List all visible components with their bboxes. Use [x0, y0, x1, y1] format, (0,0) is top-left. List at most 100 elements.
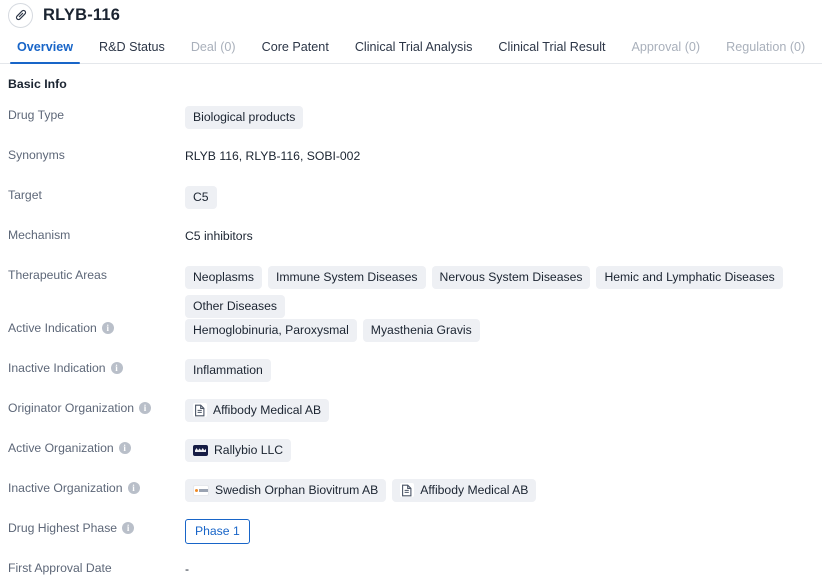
row-label: First Approval Date	[8, 558, 185, 575]
row-label: Active Indication i	[8, 318, 185, 335]
row-label: Inactive Organization i	[8, 478, 185, 495]
chip-label: Inflammation	[193, 363, 263, 377]
info-row-inactive-indication: Inactive Indication i Inflammation	[8, 358, 822, 398]
info-row-drug-highest-phase: Drug Highest Phase i Phase 1	[8, 518, 822, 558]
chip-affibody-medical-ab[interactable]: Affibody Medical AB	[185, 399, 330, 422]
chip-phase-1[interactable]: Phase 1	[185, 519, 250, 544]
info-row-inactive-organization: Inactive Organization i Swedish Orphan Bio…	[8, 478, 822, 518]
info-row-mechanism: Mechanism C5 inhibitors	[8, 225, 822, 265]
chip-c5[interactable]: C5	[185, 186, 217, 209]
row-value: Swedish Orphan Biovitrum AB Affibody Medi…	[185, 478, 822, 502]
row-label-text: Active Organization	[8, 441, 114, 455]
value-text: C5 inhibitors	[185, 229, 253, 243]
chip-label: Biological products	[193, 110, 296, 124]
chip-rallybio-llc[interactable]: Rallybio LLC	[185, 439, 292, 462]
chip-label: Affibody Medical AB	[420, 483, 529, 497]
row-value: RLYB 116, RLYB-116, SOBI-002	[185, 145, 822, 163]
info-row-drug-type: Drug Type Biological products	[8, 105, 822, 145]
row-label: Therapeutic Areas	[8, 265, 185, 282]
chip-nervous-system-diseases[interactable]: Nervous System Diseases	[431, 266, 591, 289]
chip-label: Immune System Diseases	[275, 270, 418, 284]
overview-content: Basic Info Drug Type Biological products S…	[0, 64, 822, 576]
row-label: Inactive Indication i	[8, 358, 185, 375]
chip-label: Hemoglobinuria, Paroxysmal	[193, 323, 349, 337]
chip-label: Affibody Medical AB	[213, 403, 322, 417]
info-row-originator-organization: Originator Organization i Affibody Medical…	[8, 398, 822, 438]
row-label-text: Inactive Indication	[8, 361, 106, 375]
row-label-text: Active Indication	[8, 321, 97, 335]
tab-bar: Overview R&D Status Deal (0) Core Patent…	[0, 30, 822, 64]
tab-core-patent[interactable]: Core Patent	[249, 40, 342, 63]
chip-neoplasms[interactable]: Neoplasms	[185, 266, 262, 289]
row-value: Biological products	[185, 105, 822, 129]
row-label: Mechanism	[8, 225, 185, 242]
page-header: RLYB-116	[0, 0, 822, 30]
value-text: RLYB 116, RLYB-116, SOBI-002	[185, 149, 361, 163]
section-title-basic-info: Basic Info	[8, 77, 67, 91]
basic-info-rows: Drug Type Biological products Synonyms RLYB…	[8, 105, 822, 576]
info-icon[interactable]: i	[101, 322, 114, 334]
row-label-text: Mechanism	[8, 228, 71, 242]
info-row-active-indication: Active Indication i Hemoglobinuria, Paroxy…	[8, 318, 822, 358]
tab-clinical-trial-analysis[interactable]: Clinical Trial Analysis	[342, 40, 486, 63]
row-label-text: Synonyms	[8, 148, 65, 162]
info-icon[interactable]: i	[122, 522, 135, 534]
sobi-logo-icon	[193, 484, 209, 496]
capsule-icon	[8, 2, 33, 28]
chip-label: Rallybio LLC	[214, 443, 284, 457]
row-value: Phase 1	[185, 518, 822, 544]
chip-label: Myasthenia Gravis	[370, 323, 472, 337]
row-label-text: First Approval Date	[8, 561, 112, 575]
info-row-synonyms: Synonyms RLYB 116, RLYB-116, SOBI-002	[8, 145, 822, 185]
chip-label: Neoplasms	[193, 270, 254, 284]
row-value: Neoplasms Immune System Diseases Nervous S…	[185, 265, 822, 318]
chip-other-diseases[interactable]: Other Diseases	[185, 295, 285, 318]
chip-myasthenia-gravis[interactable]: Myasthenia Gravis	[362, 319, 480, 342]
row-value: Inflammation	[185, 358, 822, 382]
value-text: -	[185, 562, 190, 576]
row-label-text: Inactive Organization	[8, 481, 123, 495]
tab-overview[interactable]: Overview	[4, 40, 86, 64]
info-row-active-organization: Active Organization i Rallybio LLC	[8, 438, 822, 478]
tab-approval[interactable]: Approval (0)	[619, 40, 714, 63]
info-icon[interactable]: i	[110, 362, 123, 374]
chip-inflammation[interactable]: Inflammation	[185, 359, 271, 382]
tab-clinical-trial-result[interactable]: Clinical Trial Result	[485, 40, 618, 63]
info-icon[interactable]: i	[139, 402, 151, 414]
row-value: Rallybio LLC	[185, 438, 822, 462]
info-icon[interactable]: i	[127, 482, 140, 494]
chip-label: Other Diseases	[193, 299, 277, 313]
row-label-text: Target	[8, 188, 42, 202]
chip-immune-system-diseases[interactable]: Immune System Diseases	[267, 266, 426, 289]
chip-label: Phase 1	[195, 524, 240, 538]
row-value: C5 inhibitors	[185, 225, 822, 243]
info-row-therapeutic-areas: Therapeutic Areas Neoplasms Immune System …	[8, 265, 822, 318]
chip-biological-products[interactable]: Biological products	[185, 106, 304, 129]
document-logo-icon	[193, 403, 207, 417]
chip-hemic-and-lymphatic-diseases[interactable]: Hemic and Lymphatic Diseases	[596, 266, 783, 289]
tab-regulation[interactable]: Regulation (0)	[713, 40, 818, 63]
row-value: C5	[185, 185, 822, 209]
page-title: RLYB-116	[43, 5, 121, 24]
row-value: Hemoglobinuria, Paroxysmal Myasthenia Gra…	[185, 318, 822, 342]
row-label-text: Originator Organization	[8, 401, 134, 415]
info-row-first-approval-date: First Approval Date -	[8, 558, 822, 576]
chip-hemoglobinuria-paroxysmal[interactable]: Hemoglobinuria, Paroxysmal	[185, 319, 357, 342]
chip-label: Swedish Orphan Biovitrum AB	[215, 483, 379, 497]
row-label-text: Drug Type	[8, 108, 65, 122]
chip-swedish-orphan-biovitrum-ab[interactable]: Swedish Orphan Biovitrum AB	[185, 479, 387, 502]
chip-affibody-medical-ab[interactable]: Affibody Medical AB	[392, 479, 537, 502]
row-label: Synonyms	[8, 145, 185, 162]
tab-deal[interactable]: Deal (0)	[178, 40, 249, 63]
chip-label: Hemic and Lymphatic Diseases	[604, 270, 775, 284]
row-label-text: Therapeutic Areas	[8, 268, 107, 282]
row-value: Affibody Medical AB	[185, 398, 822, 422]
document-logo-icon	[400, 483, 415, 497]
info-icon[interactable]: i	[118, 442, 131, 454]
info-row-target: Target C5	[8, 185, 822, 225]
row-value: -	[185, 558, 822, 576]
row-label: Target	[8, 185, 185, 202]
tab-rd-status[interactable]: R&D Status	[86, 40, 178, 63]
row-label: Drug Type	[8, 105, 185, 122]
rallybio-logo-icon	[193, 444, 208, 456]
